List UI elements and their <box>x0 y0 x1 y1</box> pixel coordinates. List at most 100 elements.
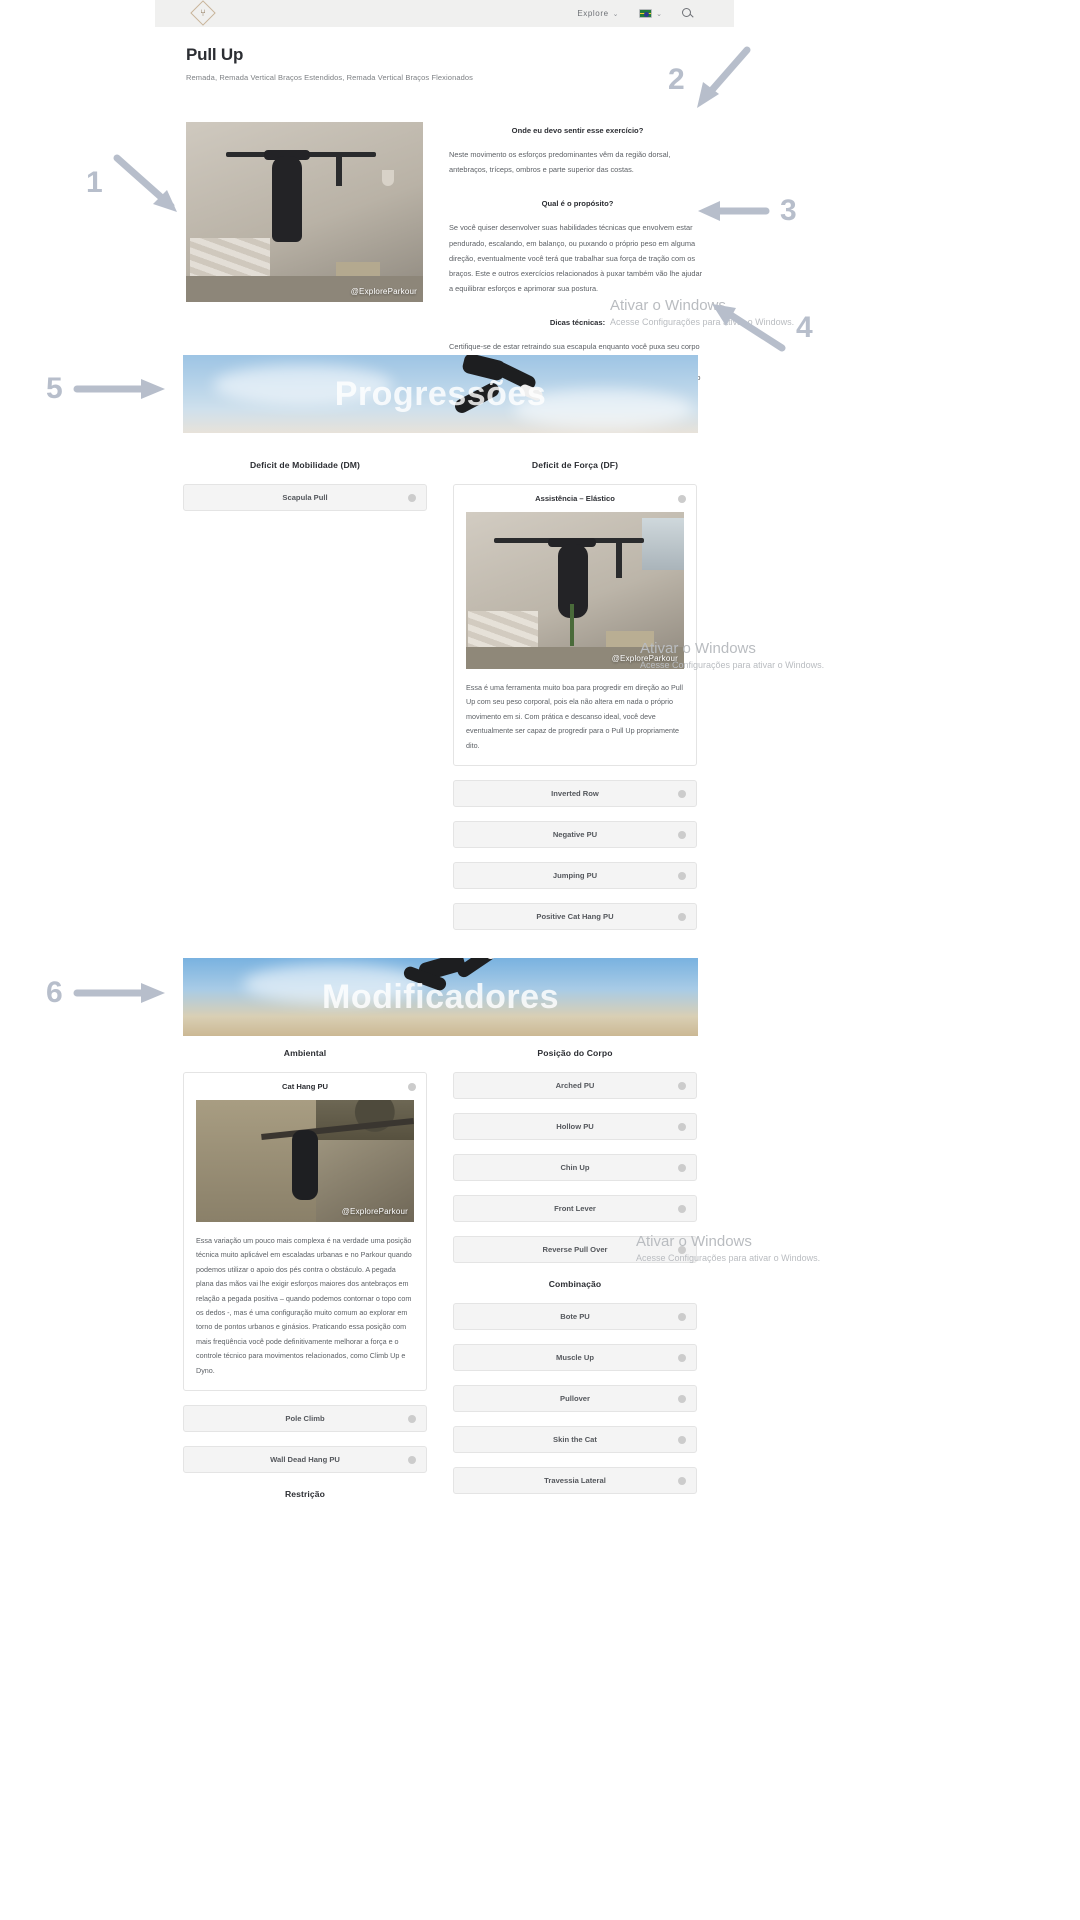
annotation-arrow-icon <box>73 983 165 1003</box>
annotation-number: 4 <box>796 311 813 344</box>
intro-heading-1: Onde eu devo sentir esse exercício? <box>511 126 644 135</box>
modifier-item-muscle-up[interactable]: Muscle Up <box>453 1344 697 1371</box>
annotation-1: 1 <box>86 152 185 214</box>
search-icon[interactable] <box>682 7 694 20</box>
pill-label: Positive Cat Hang PU <box>536 912 614 922</box>
nav-explore-menu[interactable]: Explore ⌄ <box>577 9 619 18</box>
status-dot-icon <box>678 1163 686 1172</box>
status-dot-icon <box>678 1245 686 1254</box>
elastic-card-title: Assistência – Elástico <box>535 494 615 503</box>
cat-hang-card-body: Essa variação um pouco mais complexa é n… <box>196 1236 412 1375</box>
progressions-banner: Progressões <box>183 355 698 433</box>
modifier-item-hollow-pu[interactable]: Hollow PU <box>453 1113 697 1140</box>
search-stem <box>689 12 694 18</box>
modifier-item-front-lever[interactable]: Front Lever <box>453 1195 697 1222</box>
modifier-item-pullover[interactable]: Pullover <box>453 1385 697 1412</box>
photo-bar-post <box>336 152 342 186</box>
status-dot-icon <box>678 1081 686 1090</box>
brand-logo-icon[interactable]: ⑂ <box>190 0 216 26</box>
top-navbar: ⑂ Explore ⌄ ⌄ <box>155 0 734 27</box>
language-selector[interactable]: ⌄ <box>639 9 662 18</box>
photo-elastic-band <box>570 604 574 646</box>
elastic-card-title-row: Assistência – Elástico <box>454 485 696 512</box>
annotation-arrow-icon <box>696 46 751 108</box>
status-dot-icon <box>678 1435 686 1444</box>
pill-label: Scapula Pull <box>282 493 328 502</box>
status-dot-icon <box>678 1204 686 1213</box>
nav-explore-label: Explore <box>577 9 609 18</box>
progressions-section: Deficit de Mobilidade (DM) Scapula Pull … <box>183 460 698 944</box>
photo-athlete-body <box>291 1130 318 1200</box>
elastic-assistance-card[interactable]: Assistência – Elástico @ExploreParkour E… <box>453 484 697 767</box>
annotation-number: 2 <box>668 63 685 96</box>
pill-label: Chin Up <box>560 1163 590 1172</box>
cat-hang-pu-card[interactable]: Cat Hang PU @ExploreParkour Essa variaçã… <box>183 1072 427 1392</box>
annotation-number: 1 <box>86 166 103 199</box>
pill-label: Skin the Cat <box>553 1435 597 1444</box>
modifier-item-wall-dead-hang-pu[interactable]: Wall Dead Hang PU <box>183 1446 427 1474</box>
status-dot-icon <box>408 1455 416 1464</box>
pill-label: Hollow PU <box>556 1122 594 1131</box>
photo-watermark: @ExploreParkour <box>341 1207 408 1216</box>
status-dot-icon <box>678 871 686 880</box>
chevron-down-icon: ⌄ <box>612 10 620 18</box>
annotation-number: 3 <box>780 194 797 227</box>
cat-hang-card-title-row: Cat Hang PU <box>184 1073 426 1100</box>
page-subtitle: Remada, Remada Vertical Braços Estendido… <box>186 73 474 82</box>
status-dot-icon <box>678 1476 686 1485</box>
pill-label: Arched PU <box>555 1081 595 1090</box>
deficit-mobilidade-column: Deficit de Mobilidade (DM) Scapula Pull <box>183 460 427 944</box>
status-dot-icon <box>678 830 686 839</box>
photo-watermark: @ExploreParkour <box>611 654 678 663</box>
annotation-number: 6 <box>46 976 63 1009</box>
pill-label: Jumping PU <box>552 871 598 881</box>
annotation-arrow-icon <box>113 154 177 212</box>
elastic-card-body: Essa é uma ferramenta muito boa para pro… <box>466 683 683 750</box>
progression-item-inverted-row[interactable]: Inverted Row <box>453 780 697 808</box>
pill-label: Bote PU <box>560 1312 590 1321</box>
progressions-banner-title: Progressões <box>334 374 547 413</box>
progression-item-positive-cat-hang-pu[interactable]: Positive Cat Hang PU <box>453 903 697 931</box>
pill-label: Reverse Pull Over <box>542 1245 608 1254</box>
progression-item-scapula-pull[interactable]: Scapula Pull <box>183 484 427 511</box>
intro-heading-3: Dicas técnicas: <box>549 318 606 328</box>
chevron-down-icon: ⌄ <box>656 10 662 18</box>
photo-watermark: @ExploreParkour <box>350 287 417 296</box>
modifiers-banner: Modificadores <box>183 958 698 1036</box>
elastic-assistance-photo: @ExploreParkour <box>466 512 684 669</box>
posicao-corpo-column: Posição do Corpo Arched PU Hollow PU Chi… <box>453 1048 697 1513</box>
modifier-item-travessia-lateral[interactable]: Travessia Lateral <box>453 1467 697 1494</box>
posicao-corpo-title: Posição do Corpo <box>537 1048 613 1058</box>
cat-hang-card-title: Cat Hang PU <box>282 1082 328 1091</box>
modifier-item-skin-the-cat[interactable]: Skin the Cat <box>453 1426 697 1453</box>
progression-item-jumping-pu[interactable]: Jumping PU <box>453 862 697 890</box>
annotation-5: 5 <box>46 374 169 404</box>
modifier-item-reverse-pull-over[interactable]: Reverse Pull Over <box>453 1236 697 1263</box>
pill-label: Travessia Lateral <box>544 1476 606 1485</box>
page-root: ⑂ Explore ⌄ ⌄ Pull Up Remada, Remada Ver… <box>0 0 1080 1920</box>
brazil-flag-icon <box>639 9 653 18</box>
modifier-item-arched-pu[interactable]: Arched PU <box>453 1072 697 1099</box>
photo-window <box>642 518 684 570</box>
annotation-6: 6 <box>46 978 169 1008</box>
status-dot-icon <box>678 494 686 503</box>
ambiental-column: Ambiental Cat Hang PU @ExploreParkour Es… <box>183 1048 427 1513</box>
pill-label: Inverted Row <box>551 789 599 799</box>
pull-up-demo-photo: @ExploreParkour <box>186 122 423 302</box>
pill-label: Pullover <box>560 1394 590 1403</box>
modifier-item-bote-pu[interactable]: Bote PU <box>453 1303 697 1330</box>
modifiers-columns: Ambiental Cat Hang PU @ExploreParkour Es… <box>183 1048 698 1513</box>
status-dot-icon <box>408 1082 416 1091</box>
progression-item-negative-pu[interactable]: Negative PU <box>453 821 697 849</box>
pill-label: Pole Climb <box>285 1414 325 1424</box>
modifier-item-chin-up[interactable]: Chin Up <box>453 1154 697 1181</box>
modifier-item-pole-climb[interactable]: Pole Climb <box>183 1405 427 1433</box>
status-dot-icon <box>408 1414 416 1423</box>
annotation-number: 5 <box>46 372 63 405</box>
modifiers-banner-title: Modificadores <box>322 977 559 1016</box>
annotation-3: 3 <box>694 196 797 226</box>
pill-label: Muscle Up <box>556 1353 594 1362</box>
nav-right-group: Explore ⌄ ⌄ <box>577 7 694 20</box>
page-header: Pull Up Remada, Remada Vertical Braços E… <box>186 45 706 82</box>
pill-label: Negative PU <box>552 830 598 840</box>
